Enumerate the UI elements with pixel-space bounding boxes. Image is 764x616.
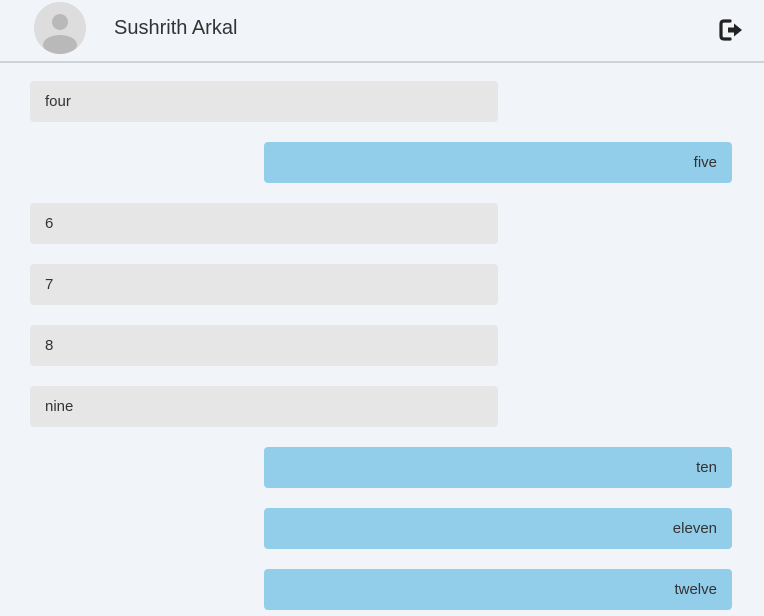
sign-out-icon [719, 19, 742, 41]
received-message: four [30, 81, 498, 122]
message-list: four five 6 7 8 nine ten eleven twelve [0, 63, 764, 610]
sent-message: five [264, 142, 732, 183]
sent-message: eleven [264, 508, 732, 549]
sent-message: ten [264, 447, 732, 488]
user-name: Sushrith Arkal [114, 17, 238, 39]
logout-button[interactable] [718, 18, 745, 42]
received-message: nine [30, 386, 498, 427]
chat-header: Sushrith Arkal [0, 0, 764, 63]
sent-message: twelve [264, 569, 732, 610]
received-message: 8 [30, 325, 498, 366]
received-message: 6 [30, 203, 498, 244]
received-message: 7 [30, 264, 498, 305]
user-avatar-icon [34, 2, 86, 54]
avatar[interactable] [34, 2, 86, 54]
